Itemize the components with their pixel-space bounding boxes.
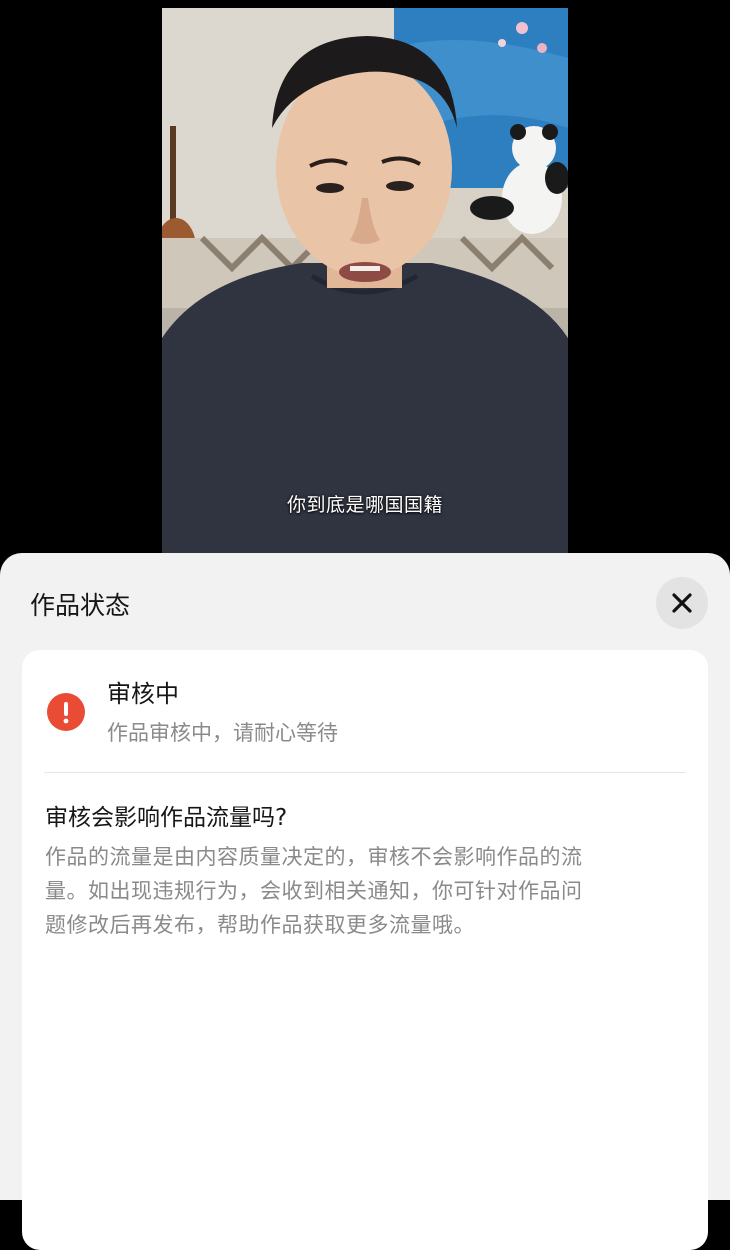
faq-answer-line: 题修改后再发布，帮助作品获取更多流量哦。 xyxy=(45,913,475,937)
status-title: 审核中 xyxy=(107,680,179,708)
faq-answer-line: 作品的流量是由内容质量决定的，审核不会影响作品的流 xyxy=(45,845,583,869)
close-button[interactable] xyxy=(656,577,708,629)
video-preview[interactable]: 你到底是哪国国籍 xyxy=(162,8,568,560)
faq-answer-line: 量。如出现违规行为，会收到相关通知，你可针对作品问 xyxy=(45,879,583,903)
divider xyxy=(44,772,686,773)
close-icon xyxy=(672,593,692,613)
status-description: 作品审核中，请耐心等待 xyxy=(107,721,338,745)
status-card: 审核中 作品审核中，请耐心等待 审核会影响作品流量吗? 作品的流量是由内容质量决… xyxy=(22,650,708,1250)
video-frame-image xyxy=(162,8,568,560)
exclamation-icon xyxy=(47,693,85,731)
work-status-sheet: 作品状态 审核中 作品审核中，请耐心等待 审核会影响作品流量吗? 作品的流量是由… xyxy=(0,553,730,1250)
video-subtitle: 你到底是哪国国籍 xyxy=(286,494,443,516)
faq-answer: 作品的流量是由内容质量决定的，审核不会影响作品的流 量。如出现违规行为，会收到相… xyxy=(45,840,690,942)
sheet-title: 作品状态 xyxy=(30,591,131,620)
faq-question: 审核会影响作品流量吗? xyxy=(45,805,288,831)
